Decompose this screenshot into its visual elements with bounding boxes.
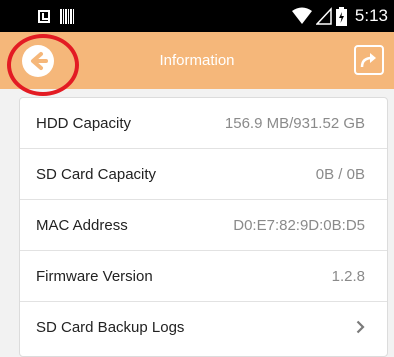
back-button-highlight	[7, 34, 79, 96]
status-notifications	[38, 7, 74, 25]
signal-icon	[315, 7, 332, 25]
info-row-value: 0B / 0B	[315, 166, 365, 183]
wifi-icon	[291, 7, 312, 24]
info-row-firmware-version: Firmware Version 1.2.8	[20, 251, 387, 302]
info-row-label: HDD Capacity	[36, 115, 132, 132]
info-row-sd-card-capacity: SD Card Capacity 0B / 0B	[20, 149, 387, 200]
barcode-icon	[60, 8, 74, 24]
info-list: HDD Capacity 156.9 MB/931.52 GB SD Card …	[19, 97, 388, 357]
status-time: 5:13	[354, 6, 388, 25]
status-system: 5:13	[291, 6, 388, 26]
info-row-hdd-capacity: HDD Capacity 156.9 MB/931.52 GB	[20, 98, 387, 149]
status-bar: 5:13	[0, 0, 394, 32]
info-row-label: Firmware Version	[36, 268, 153, 285]
info-row-label: SD Card Capacity	[36, 166, 157, 183]
battery-charging-icon	[335, 6, 347, 26]
chevron-right-icon	[356, 320, 365, 334]
info-row-label: SD Card Backup Logs	[36, 319, 185, 336]
info-row-mac-address: MAC Address D0:E7:82:9D:0B:D5	[20, 200, 387, 251]
share-button[interactable]	[354, 45, 384, 75]
info-row-value: 1.2.8	[331, 268, 365, 285]
info-row-sd-card-backup-logs[interactable]: SD Card Backup Logs	[20, 302, 387, 353]
info-row-label: MAC Address	[36, 217, 128, 234]
info-row-value: 156.9 MB/931.52 GB	[224, 115, 365, 132]
info-row-value: D0:E7:82:9D:0B:D5	[233, 217, 365, 234]
share-icon	[360, 53, 376, 68]
download-icon	[38, 9, 50, 23]
